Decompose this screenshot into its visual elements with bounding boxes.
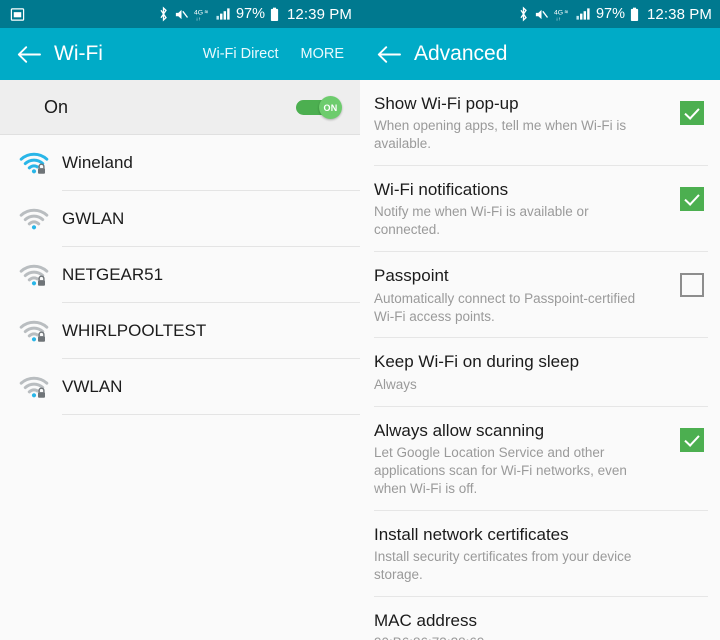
network-ssid: NETGEAR51 [62, 265, 164, 284]
setting-row-passpoint[interactable]: Passpoint Automatically connect to Passpo… [360, 252, 720, 339]
page-title-wifi: Wi-Fi [54, 42, 103, 65]
4g-lte-icon: 4G ≋ ↓↑ [194, 7, 211, 22]
setting-control-slot [664, 524, 720, 532]
dual-screenshot-composite: 4G ≋ ↓↑ 97% 12:39 PM Wi-Fi Wi-Fi Direct MO… [0, 0, 720, 640]
status-bar-left: 4G ≋ ↓↑ 97% 12:39 PM [0, 0, 360, 28]
list-divider [62, 414, 360, 415]
network-row[interactable]: GWLAN [0, 191, 360, 247]
setting-control-slot [664, 351, 720, 359]
wifi-secured-icon [14, 371, 54, 403]
wifi-secured-icon [14, 315, 54, 347]
4g-lte-icon: 4G ≋ ↓↑ [554, 7, 571, 22]
network-row[interactable]: NETGEAR51 [0, 247, 360, 303]
mute-vibrate-icon [174, 7, 189, 22]
clock-left: 12:39 PM [286, 5, 352, 23]
wifi-power-toggle[interactable]: ON [296, 96, 342, 119]
setting-control-slot [664, 610, 720, 618]
back-arrow-icon[interactable] [374, 39, 404, 69]
setting-control-slot [664, 420, 720, 452]
mute-vibrate-icon [534, 7, 549, 22]
setting-text: MAC address 90:B6:86:73:28:69 [374, 610, 664, 640]
toggle-knob: ON [319, 96, 342, 119]
battery-icon [270, 7, 279, 22]
page-title-advanced: Advanced [414, 42, 508, 65]
battery-percent-right: 97% [595, 6, 625, 22]
network-ssid: VWLAN [62, 377, 123, 396]
app-bar-advanced: Advanced [360, 28, 720, 80]
setting-title: Install network certificates [374, 524, 569, 544]
clock-right: 12:38 PM [646, 5, 712, 23]
more-button[interactable]: MORE [301, 46, 345, 62]
checkbox-checked-icon[interactable] [680, 101, 704, 125]
wifi-secured-icon [14, 259, 54, 291]
wifi-power-row[interactable]: On ON [0, 80, 360, 135]
setting-title: Passpoint [374, 266, 449, 286]
setting-text: Keep Wi-Fi on during sleep Always [374, 351, 664, 393]
setting-title: MAC address [374, 610, 477, 630]
network-ssid: GWLAN [62, 209, 125, 228]
svg-text:4G: 4G [194, 9, 203, 16]
setting-subtitle: When opening apps, tell me when Wi-Fi is… [374, 118, 627, 152]
network-ssid: Wineland [62, 153, 133, 172]
svg-text:↓↑: ↓↑ [556, 16, 561, 22]
setting-text: Wi-Fi notifications Notify me when Wi-Fi … [374, 179, 664, 239]
checkbox-unchecked-icon[interactable] [680, 273, 704, 298]
setting-title: Wi-Fi notifications [374, 180, 509, 200]
setting-row-always-allow-scanning[interactable]: Always allow scanning Let Google Location… [360, 407, 720, 511]
advanced-settings-list: Show Wi-Fi pop-up When opening apps, tell… [360, 80, 720, 640]
setting-title: Keep Wi-Fi on during sleep [374, 352, 580, 372]
bluetooth-icon [158, 6, 169, 22]
setting-title: Always allow scanning [374, 420, 545, 440]
setting-subtitle: Install security certificates from your … [374, 549, 632, 582]
wifi-secured-icon [14, 147, 54, 179]
setting-row-wifi-notifications[interactable]: Wi-Fi notifications Notify me when Wi-Fi … [360, 166, 720, 253]
setting-subtitle: Let Google Location Service and other ap… [374, 444, 627, 496]
network-ssid: WHIRLPOOLTEST [62, 321, 207, 340]
battery-icon [630, 7, 639, 22]
status-bar-right: 4G ≋ ↓↑ 97% 12:38 PM [360, 0, 720, 28]
setting-subtitle: Always [374, 376, 417, 392]
app-bar-wifi: Wi-Fi Wi-Fi Direct MORE [0, 28, 360, 80]
wifi-open-icon [14, 203, 54, 235]
advanced-screen-pane: 4G ≋ ↓↑ 97% 12:38 PM Advanced Show Wi-Fi p… [360, 0, 720, 640]
bluetooth-icon [518, 6, 529, 22]
network-list: Wineland GWLAN NETGEAR51 WHIRLPOOLTEST VWLAN [0, 135, 360, 415]
setting-row-show-wifi-popup[interactable]: Show Wi-Fi pop-up When opening apps, tell… [360, 80, 720, 167]
setting-control-slot [664, 265, 720, 298]
wifi-screen-pane: 4G ≋ ↓↑ 97% 12:39 PM Wi-Fi Wi-Fi Direct MO… [0, 0, 360, 640]
setting-title: Show Wi-Fi pop-up [374, 94, 519, 113]
signal-bars-icon [216, 7, 231, 21]
setting-text: Install network certificates Install secu… [374, 524, 664, 584]
setting-row-install-network-certificates[interactable]: Install network certificates Install secu… [360, 511, 720, 597]
network-row[interactable]: WHIRLPOOLTEST [0, 303, 360, 359]
setting-row-mac-address[interactable]: MAC address 90:B6:86:73:28:69 [360, 597, 720, 640]
setting-text: Always allow scanning Let Google Location… [374, 420, 664, 498]
back-arrow-icon[interactable] [14, 39, 44, 69]
svg-text:4G: 4G [554, 9, 563, 16]
setting-subtitle: Notify me when Wi-Fi is available or con… [374, 204, 589, 238]
setting-row-keep-wifi-on-during-sleep[interactable]: Keep Wi-Fi on during sleep Always [360, 338, 720, 407]
setting-control-slot [664, 93, 720, 125]
wifi-direct-button[interactable]: Wi-Fi Direct [203, 46, 279, 62]
app-bar-actions: Wi-Fi Direct MORE [203, 46, 344, 62]
network-row[interactable]: VWLAN [0, 359, 360, 415]
setting-text: Show Wi-Fi pop-up When opening apps, tell… [374, 93, 664, 153]
svg-text:≋: ≋ [204, 9, 208, 15]
setting-subtitle: Automatically connect to Passpoint-certi… [374, 290, 636, 324]
screenshot-image-icon [10, 7, 25, 22]
svg-text:↓↑: ↓↑ [196, 16, 201, 22]
battery-percent-left: 97% [235, 6, 265, 22]
checkbox-checked-icon[interactable] [680, 187, 704, 212]
setting-text: Passpoint Automatically connect to Passpo… [374, 265, 664, 325]
signal-bars-icon [576, 7, 591, 21]
checkbox-checked-icon[interactable] [680, 427, 704, 452]
wifi-power-label: On [44, 96, 69, 117]
network-row[interactable]: Wineland [0, 135, 360, 191]
setting-control-slot [664, 179, 720, 212]
svg-text:≋: ≋ [564, 9, 568, 15]
setting-subtitle: 90:B6:86:73:28:69 [374, 634, 649, 640]
